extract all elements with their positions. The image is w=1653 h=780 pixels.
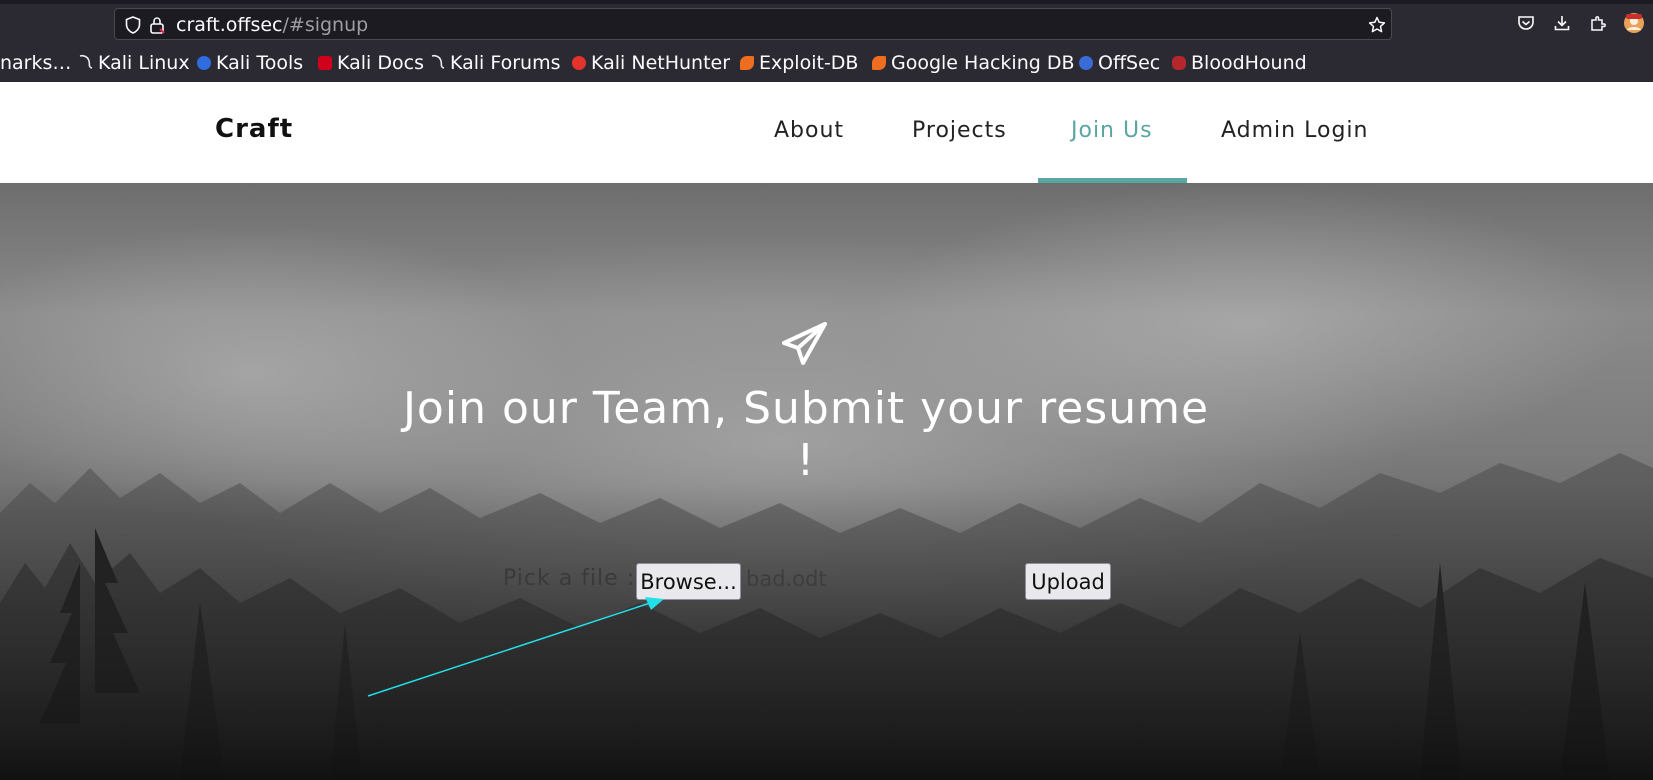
bookmark-google-hacking-db[interactable]: Google Hacking DB	[872, 50, 1075, 76]
bookmark-overflow[interactable]: narks…	[0, 50, 71, 76]
bookmark-label: Kali Linux	[98, 52, 190, 74]
bookmark-offsec[interactable]: OffSec	[1079, 50, 1160, 76]
bookmark-bloodhound[interactable]: BloodHound	[1172, 50, 1307, 76]
hero-section: Join our Team, Submit your resume ! Pick…	[0, 183, 1653, 780]
kali-dragon-icon	[79, 52, 93, 74]
lock-icon[interactable]	[147, 15, 167, 35]
url-text[interactable]: craft.offsec/#signup	[176, 13, 368, 37]
bookmark-label: Kali NetHunter	[591, 52, 731, 74]
kali-tools-icon	[197, 56, 211, 70]
extensions-icon[interactable]	[1587, 12, 1609, 34]
site-navbar: Craft About Projects Join Us Admin Login	[0, 82, 1653, 183]
bloodhound-icon	[1172, 56, 1186, 70]
url-path: /#signup	[282, 14, 369, 36]
ghdb-icon	[872, 56, 886, 70]
bookmark-kali-docs[interactable]: Kali Docs	[318, 50, 424, 76]
nav-join-us[interactable]: Join Us	[1071, 118, 1153, 143]
nav-projects[interactable]: Projects	[912, 118, 1007, 143]
shield-icon[interactable]	[123, 15, 143, 35]
exploit-db-icon	[740, 56, 754, 70]
nav-admin-login[interactable]: Admin Login	[1221, 118, 1368, 143]
bookmark-exploit-db[interactable]: Exploit-DB	[740, 50, 858, 76]
download-icon[interactable]	[1551, 12, 1573, 34]
brand-logo[interactable]: Craft	[215, 114, 293, 144]
bookmark-kali-tools[interactable]: Kali Tools	[197, 50, 303, 76]
url-host: craft.offsec	[176, 14, 283, 36]
nethunter-icon	[572, 56, 586, 70]
offsec-icon	[1079, 56, 1093, 70]
tab-strip-edge	[0, 0, 1653, 4]
bookmark-label: narks…	[0, 52, 72, 74]
bookmarks-toolbar: narks… Kali Linux Kali Tools Kali Docs K…	[0, 46, 1653, 80]
profile-avatar[interactable]	[1623, 12, 1645, 34]
browser-toolbar: craft.offsec/#signup narks… Kali Linux K…	[0, 0, 1653, 82]
star-icon[interactable]	[1367, 15, 1387, 35]
kali-dragon-icon	[431, 52, 445, 74]
bookmark-kali-nethunter[interactable]: Kali NetHunter	[572, 50, 730, 76]
annotation-arrow	[367, 597, 664, 697]
bookmark-label: Kali Docs	[337, 52, 424, 74]
address-bar[interactable]: craft.offsec/#signup	[114, 8, 1392, 40]
bookmark-label: Kali Forums	[450, 52, 561, 74]
kali-docs-icon	[318, 56, 332, 70]
bookmark-label: BloodHound	[1191, 52, 1307, 74]
pocket-icon[interactable]	[1515, 12, 1537, 34]
bookmark-label: Exploit-DB	[759, 52, 859, 74]
bookmark-kali-linux[interactable]: Kali Linux	[79, 50, 190, 76]
nav-about[interactable]: About	[774, 118, 844, 143]
bookmark-label: OffSec	[1098, 52, 1161, 74]
bookmark-kali-forums[interactable]: Kali Forums	[431, 50, 561, 76]
bookmark-label: Kali Tools	[216, 52, 304, 74]
bookmark-label: Google Hacking DB	[891, 52, 1075, 74]
